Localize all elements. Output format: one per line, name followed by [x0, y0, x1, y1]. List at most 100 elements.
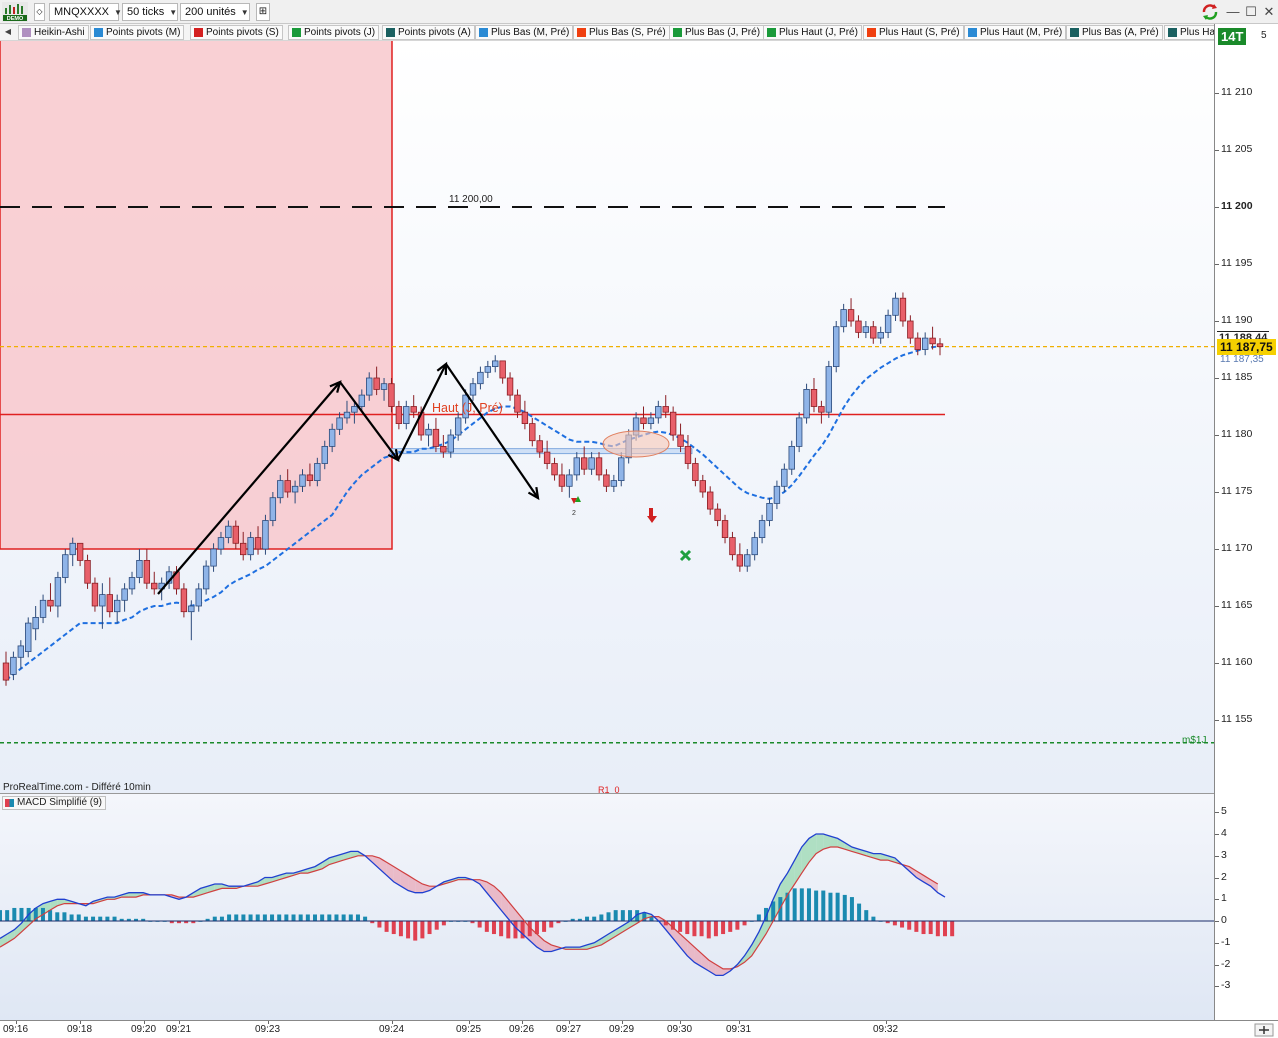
chevron-left-icon[interactable]: ◀ [2, 24, 14, 40]
indicator-tab[interactable]: Plus Bas (M, Pré) [475, 25, 574, 40]
candle-body[interactable] [366, 377, 373, 396]
indicator-tab[interactable]: Plus Haut (S, Pré) [863, 25, 964, 40]
candle-body[interactable] [291, 485, 299, 493]
candle-body[interactable] [69, 542, 76, 556]
candle-body[interactable] [692, 463, 699, 482]
candle-body[interactable] [655, 406, 662, 419]
candle-body[interactable] [506, 377, 514, 396]
candle-body[interactable] [669, 411, 677, 436]
indicator-tab[interactable]: Heikin-Ashi [18, 25, 89, 40]
candle-body[interactable] [62, 554, 69, 578]
candle-body[interactable] [907, 320, 914, 339]
candle-body[interactable] [610, 480, 618, 487]
candle-body[interactable] [514, 394, 521, 413]
candle-body[interactable] [425, 428, 432, 436]
candle-body[interactable] [25, 622, 32, 652]
candle-body[interactable] [729, 537, 736, 556]
candle-body[interactable] [862, 326, 870, 333]
link-icon[interactable]: ◇ [34, 3, 45, 21]
candle-body[interactable] [781, 468, 788, 487]
candle-body[interactable] [306, 474, 314, 481]
candle-body[interactable] [929, 337, 936, 345]
candle-body[interactable] [788, 445, 795, 470]
candle-body[interactable] [877, 331, 884, 339]
candle-body[interactable] [328, 428, 336, 447]
candle-body[interactable] [351, 406, 358, 413]
indicator-tab[interactable]: Plus Haut (M, Pré) [964, 25, 1067, 40]
macd-chart[interactable] [0, 794, 1214, 1020]
candle-body[interactable] [758, 520, 766, 539]
candle-body[interactable] [277, 480, 284, 499]
candle-body[interactable] [284, 480, 291, 493]
candle-body[interactable] [551, 463, 558, 476]
candle-body[interactable] [847, 309, 855, 322]
candle-body[interactable] [91, 582, 99, 607]
highlight-ellipse[interactable] [602, 430, 670, 458]
indicator-tab[interactable]: Points pivots (J) [288, 25, 380, 40]
candle-body[interactable] [336, 417, 343, 430]
candle-body[interactable] [2, 662, 10, 681]
indicator-tab[interactable]: Points pivots (A) [382, 25, 475, 40]
candle-body[interactable] [99, 594, 106, 607]
candle-body[interactable] [543, 451, 551, 464]
macd-indicator-tab[interactable]: MACD Simplifié (9) [2, 796, 107, 810]
candle-body[interactable] [432, 428, 440, 447]
candle-body[interactable] [454, 417, 462, 436]
candle-body[interactable] [773, 485, 781, 504]
minimize-icon[interactable]: — [1224, 3, 1242, 21]
candle-body[interactable] [833, 326, 840, 368]
candle-body[interactable] [121, 588, 128, 601]
candle-body[interactable] [217, 537, 225, 550]
candle-body[interactable] [240, 542, 247, 556]
candle-body[interactable] [32, 617, 39, 630]
candle-body[interactable] [662, 406, 669, 413]
candle-body[interactable] [714, 508, 721, 521]
candle-body[interactable] [188, 605, 195, 613]
candle-body[interactable] [580, 457, 588, 470]
candle-body[interactable] [921, 337, 929, 350]
maximize-icon[interactable]: ☐ [1242, 3, 1260, 21]
candle-body[interactable] [529, 423, 536, 442]
candle-body[interactable] [225, 525, 232, 539]
candle-body[interactable] [899, 297, 907, 322]
candle-body[interactable] [684, 445, 692, 464]
close-icon[interactable]: ✕ [1260, 3, 1278, 21]
candle-body[interactable] [573, 457, 580, 476]
candle-body[interactable] [151, 582, 158, 590]
price-axis[interactable]: 11 155 11 160 11 165 11 170 11 175 11 180 11 1… [1214, 24, 1278, 1020]
candle-body[interactable] [84, 560, 91, 584]
candle-body[interactable] [76, 542, 84, 561]
settings-icon[interactable]: ⊞ [256, 3, 270, 21]
candle-body[interactable] [492, 360, 499, 367]
candle-body[interactable] [113, 599, 121, 613]
candle-body[interactable] [521, 411, 529, 425]
candle-body[interactable] [766, 502, 773, 521]
candle-body[interactable] [884, 314, 892, 333]
candle-body[interactable] [558, 474, 566, 487]
candle-body[interactable] [136, 560, 143, 578]
candle-body[interactable] [299, 474, 306, 487]
candle-body[interactable] [855, 320, 862, 333]
candle-body[interactable] [447, 434, 454, 453]
candle-body[interactable] [825, 366, 833, 413]
candle-body[interactable] [840, 309, 847, 328]
candle-body[interactable] [640, 417, 647, 424]
candle-body[interactable] [232, 525, 239, 544]
candle-body[interactable] [477, 371, 484, 385]
candle-body[interactable] [143, 560, 151, 584]
candle-body[interactable] [321, 445, 328, 464]
candle-body[interactable] [699, 480, 706, 493]
candle-body[interactable] [410, 406, 417, 413]
candle-body[interactable] [751, 537, 758, 556]
candle-body[interactable] [195, 588, 202, 607]
candle-body[interactable] [536, 440, 543, 453]
candle-body[interactable] [484, 366, 492, 373]
refresh-icon[interactable] [1200, 3, 1220, 21]
candle-body[interactable] [721, 520, 729, 539]
candle-body[interactable] [17, 645, 25, 658]
candle-body[interactable] [707, 491, 714, 510]
candle-body[interactable] [440, 445, 447, 453]
interval-selector[interactable]: 50 ticks ▼ [122, 3, 178, 21]
candle-body[interactable] [39, 599, 47, 618]
indicator-tab[interactable]: Plus Haut (J, Pré) [763, 25, 862, 40]
